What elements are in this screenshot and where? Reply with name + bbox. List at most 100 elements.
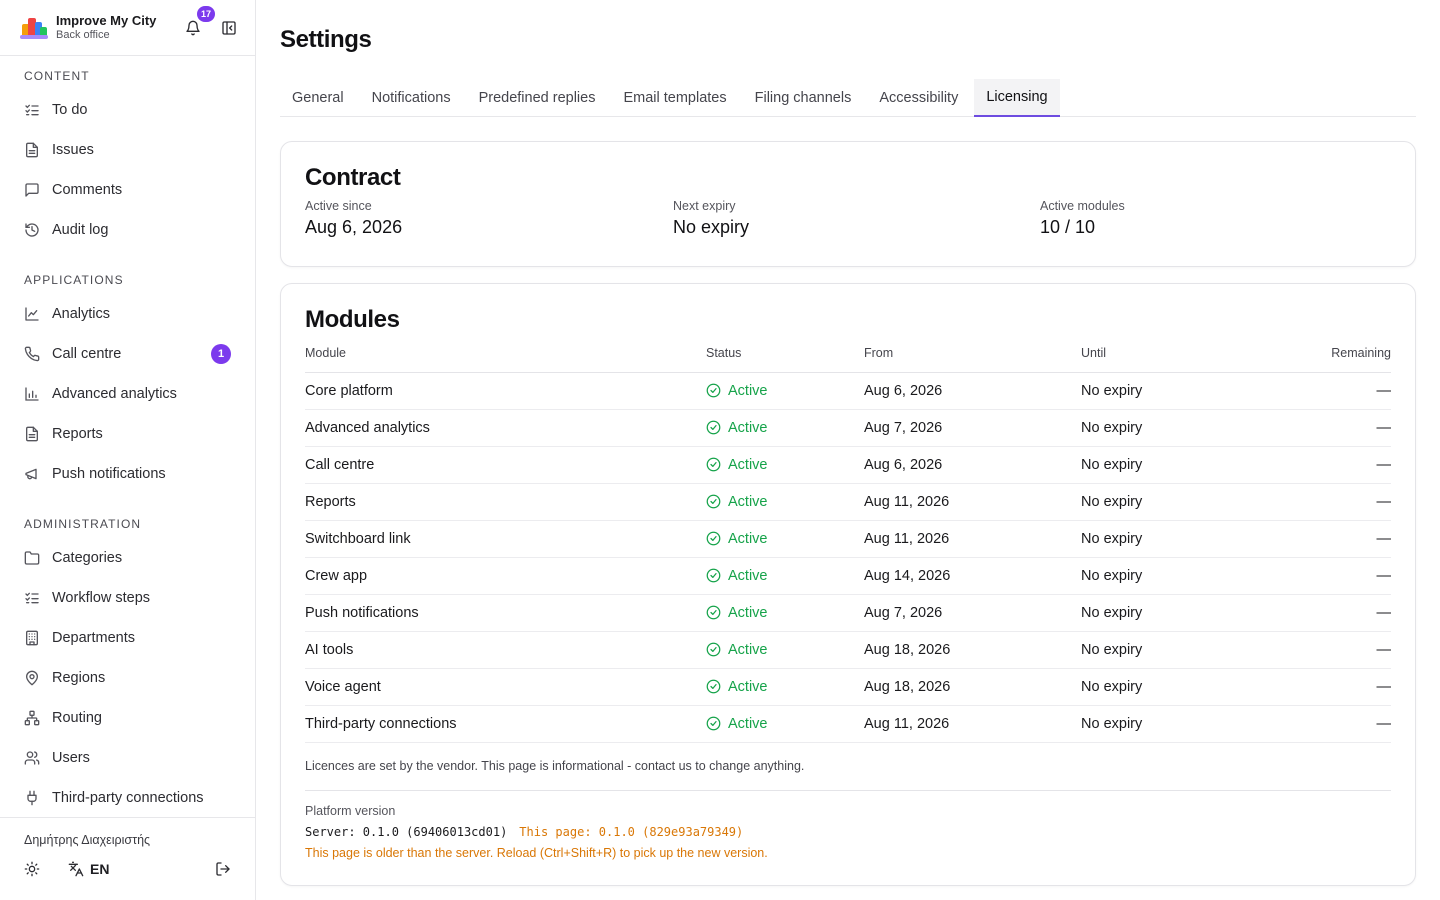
map-pin-icon <box>24 670 40 686</box>
sidebar-item-call-centre[interactable]: Call centre 1 <box>0 334 255 374</box>
remaining-value: — <box>1376 678 1392 695</box>
sidebar-item-advanced-analytics[interactable]: Advanced analytics <box>0 374 255 414</box>
bar-chart-icon <box>24 386 40 402</box>
table-row: Core platform Active Aug 6, 2026 No expiry — <box>305 372 1391 410</box>
module-status: Active <box>706 483 864 521</box>
sidebar-item-regions[interactable]: Regions <box>0 658 255 698</box>
module-until: No expiry <box>1081 705 1241 743</box>
module-status: Active <box>706 520 864 558</box>
module-status: Active <box>706 705 864 743</box>
tab-general[interactable]: General <box>280 79 356 116</box>
sidebar-item-label: Regions <box>52 670 106 686</box>
modules-card: Modules Module Status From Until Remaini… <box>280 283 1416 886</box>
server-version: Server: 0.1.0 (69406013cd01) <box>305 825 508 839</box>
tab-notifications[interactable]: Notifications <box>360 79 463 116</box>
status-label: Active <box>728 419 768 436</box>
remaining-value: — <box>1376 715 1392 732</box>
theme-toggle-button[interactable] <box>24 861 40 877</box>
sidebar-item-todo[interactable]: To do <box>0 90 255 130</box>
licence-note: Licences are set by the vendor. This pag… <box>305 759 805 773</box>
remaining-value: — <box>1376 604 1392 621</box>
table-row: Third-party connections Active Aug 11, 202… <box>305 705 1392 743</box>
status-badge: Active <box>706 457 864 473</box>
status-badge: Active <box>706 531 864 547</box>
sidebar-item-analytics[interactable]: Analytics <box>0 294 255 334</box>
status-badge: Active <box>706 642 864 658</box>
module-remaining: — <box>1241 372 1391 410</box>
users-icon <box>24 750 40 766</box>
status-label: Active <box>728 382 768 399</box>
module-status: Active <box>706 631 864 669</box>
section-title-content: CONTENT <box>24 69 90 83</box>
module-status: Active <box>706 594 864 632</box>
section-title-applications: APPLICATIONS <box>24 273 124 287</box>
section-title-administration: ADMINISTRATION <box>24 517 142 531</box>
module-remaining: — <box>1241 409 1391 447</box>
module-remaining: — <box>1241 557 1391 595</box>
sidebar-item-comments[interactable]: Comments <box>0 170 255 210</box>
module-name: Advanced analytics <box>305 409 706 447</box>
column-header-from: From <box>864 346 1081 373</box>
sidebar-item-workflow-steps[interactable]: Workflow steps <box>0 578 255 618</box>
sidebar-item-label: Categories <box>52 550 123 566</box>
tab-licensing[interactable]: Licensing <box>974 79 1060 117</box>
remaining-value: — <box>1376 456 1392 473</box>
status-badge: Active <box>706 420 864 436</box>
module-remaining: — <box>1241 594 1392 632</box>
sidebar-item-third-party-connections[interactable]: Third-party connections <box>0 778 255 818</box>
sidebar-item-departments[interactable]: Departments <box>0 618 255 658</box>
module-status: Active <box>706 409 864 447</box>
status-badge: Active <box>706 679 864 695</box>
status-label: Active <box>728 604 768 621</box>
module-remaining: — <box>1241 483 1391 521</box>
page-title: Settings <box>280 26 372 53</box>
module-remaining: — <box>1241 520 1391 558</box>
active-modules-metric: Active modules 10 / 10 <box>1040 199 1125 238</box>
table-row: Switchboard link Active Aug 11, 2026 No exp… <box>305 520 1391 558</box>
sidebar-item-label: Users <box>52 750 90 766</box>
next-expiry-metric: Next expiry No expiry <box>673 199 749 238</box>
sidebar-item-label: Call centre <box>52 346 122 362</box>
module-until: No expiry <box>1081 631 1241 669</box>
next-expiry-label: Next expiry <box>673 199 736 213</box>
module-remaining: — <box>1241 705 1392 743</box>
status-badge: Active <box>706 716 864 732</box>
module-status: Active <box>706 557 864 595</box>
sidebar-item-categories[interactable]: Categories <box>0 538 255 578</box>
sidebar-item-audit-log[interactable]: Audit log <box>0 210 255 250</box>
logout-button[interactable] <box>215 861 231 877</box>
sidebar-footer: Δημήτρης Διαχειριστής EN <box>0 817 255 900</box>
module-from: Aug 14, 2026 <box>864 557 1081 595</box>
module-until: No expiry <box>1081 372 1241 410</box>
tab-filing-channels[interactable]: Filing channels <box>743 79 864 116</box>
tab-email-templates[interactable]: Email templates <box>611 79 738 116</box>
platform-version-label: Platform version <box>305 804 396 818</box>
page-version: This page: 0.1.0 (829e93a79349) <box>519 825 744 839</box>
collapse-sidebar-button[interactable] <box>219 18 239 38</box>
sidebar: Improve My City Back office 17 CONTENT T… <box>0 0 256 900</box>
status-badge: Active <box>706 568 864 584</box>
notifications-button[interactable]: 17 <box>181 5 215 40</box>
table-row: Advanced analytics Active Aug 7, 2026 No ex… <box>305 409 1391 447</box>
sidebar-item-label: Routing <box>52 710 102 726</box>
tab-predefined-replies[interactable]: Predefined replies <box>467 79 608 116</box>
language-switcher[interactable]: EN <box>68 861 109 877</box>
sidebar-item-issues[interactable]: Issues <box>0 130 255 170</box>
module-from: Aug 7, 2026 <box>864 594 1081 632</box>
table-row: Voice agent Active Aug 18, 2026 No expiry — <box>305 668 1392 706</box>
megaphone-icon <box>24 466 40 482</box>
column-header-status: Status <box>706 346 864 373</box>
tab-accessibility[interactable]: Accessibility <box>867 79 970 116</box>
module-from: Aug 11, 2026 <box>864 520 1081 558</box>
sidebar-item-users[interactable]: Users <box>0 738 255 778</box>
message-square-icon <box>24 182 40 198</box>
sidebar-item-label: Audit log <box>52 222 109 238</box>
sidebar-item-reports[interactable]: Reports <box>0 414 255 454</box>
module-from: Aug 18, 2026 <box>864 631 1081 669</box>
sidebar-item-push-notifications[interactable]: Push notifications <box>0 454 255 494</box>
module-name: Core platform <box>305 372 706 410</box>
sidebar-item-label: Workflow steps <box>52 590 151 606</box>
contract-card: Contract Active since Aug 6, 2026 Next e… <box>280 141 1416 267</box>
sidebar-item-routing[interactable]: Routing <box>0 698 255 738</box>
module-name: Third-party connections <box>305 705 706 743</box>
